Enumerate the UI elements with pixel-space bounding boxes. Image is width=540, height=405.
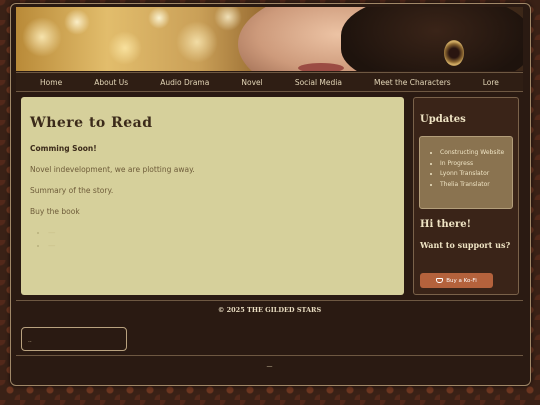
updates-box: Constructing Website In Progress Lyonn T…: [419, 136, 513, 209]
summary-text: Summary of the story.: [30, 186, 114, 195]
footer-box: ..: [21, 327, 127, 351]
nav-about-us[interactable]: About Us: [94, 78, 128, 87]
update-item: In Progress: [440, 160, 512, 168]
buy-link[interactable]: —: [48, 241, 56, 250]
greeting-heading: Hi there!: [420, 219, 472, 230]
buy-links-list: — —: [30, 228, 395, 250]
update-item: Lyonn Translator: [440, 170, 512, 178]
updates-heading: Updates: [420, 114, 466, 125]
copyright-text: © 2025 THE GILDED STARS: [217, 306, 322, 314]
bottom-text: —: [266, 363, 273, 370]
bottom-divider: [16, 355, 523, 356]
portrait-lips: [298, 63, 344, 71]
kofi-button[interactable]: Buy a Ko-Fi: [420, 273, 493, 288]
list-item: —: [48, 241, 395, 250]
nav-novel[interactable]: Novel: [241, 78, 262, 87]
header-banner-image: [16, 7, 523, 71]
update-item: Constructing Website: [440, 149, 512, 157]
buy-link[interactable]: —: [48, 228, 56, 237]
nav-social-media[interactable]: Social Media: [295, 78, 342, 87]
earring-jewel: [444, 40, 464, 66]
page-title: Where to Read: [30, 115, 153, 131]
nav-lore[interactable]: Lore: [483, 78, 499, 87]
kofi-label: Buy a Ko-Fi: [446, 277, 477, 284]
updates-list: Constructing Website In Progress Lyonn T…: [420, 137, 512, 188]
support-question: Want to support us?: [420, 240, 511, 250]
portrait-hair: [341, 7, 523, 71]
coffee-cup-icon: [436, 278, 444, 283]
buy-book-text: Buy the book: [30, 207, 80, 216]
sidebar: Updates Constructing Website In Progress…: [413, 97, 519, 295]
coming-soon-text: Comming Soon!: [30, 144, 97, 153]
development-text: Novel indevelopment, we are plotting awa…: [30, 165, 195, 174]
footer-divider: [16, 300, 523, 301]
main-nav: Home About Us Audio Drama Novel Social M…: [16, 72, 523, 92]
update-item: Thelia Translator: [440, 181, 512, 189]
list-item: —: [48, 228, 395, 237]
nav-home[interactable]: Home: [40, 78, 62, 87]
main-content-panel: Where to Read Comming Soon! Novel indeve…: [21, 97, 404, 295]
nav-meet-the-characters[interactable]: Meet the Characters: [374, 78, 451, 87]
nav-audio-drama[interactable]: Audio Drama: [160, 78, 209, 87]
